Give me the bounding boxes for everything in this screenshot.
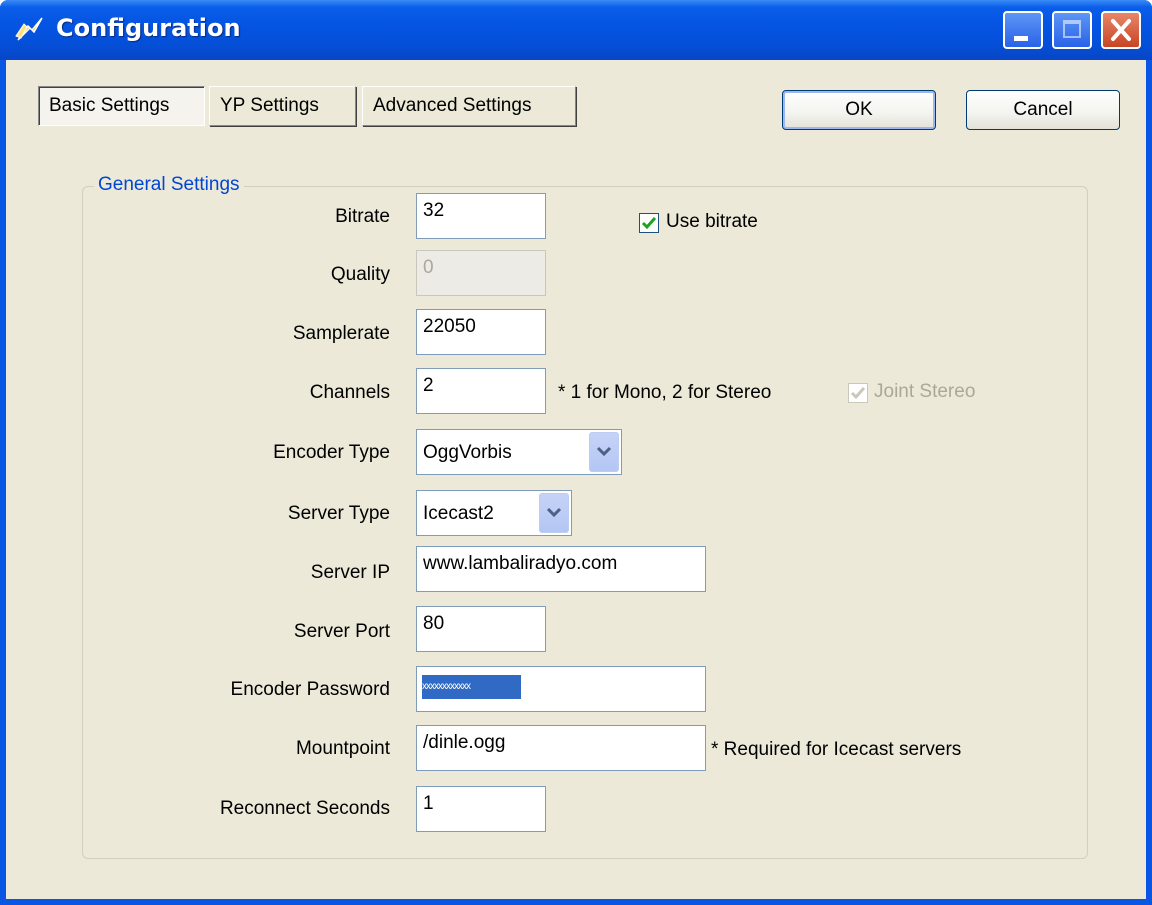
close-button[interactable] (1101, 11, 1141, 49)
use-bitrate-checkbox[interactable] (639, 213, 659, 233)
mountpoint-input[interactable]: /dinle.ogg (416, 725, 706, 771)
samplerate-label: Samplerate (292, 323, 390, 344)
server-ip-label: Server IP (310, 562, 390, 583)
channels-input[interactable]: 2 (416, 368, 546, 414)
use-bitrate-label: Use bitrate (666, 211, 758, 232)
reconnect-seconds-label: Reconnect Seconds (219, 798, 390, 819)
app-icon (15, 17, 43, 41)
server-type-label: Server Type (287, 503, 390, 524)
channels-label: Channels (309, 382, 390, 403)
cancel-button[interactable]: Cancel (966, 90, 1120, 130)
configuration-window: Configuration Basic Settings YP Settings… (0, 0, 1152, 905)
tab-advanced-settings[interactable]: Advanced Settings (362, 86, 576, 126)
channels-hint: * 1 for Mono, 2 for Stereo (558, 382, 772, 403)
server-port-input[interactable]: 80 (416, 606, 546, 652)
minimize-button[interactable] (1003, 11, 1043, 49)
bitrate-input[interactable]: 32 (416, 193, 546, 239)
window-title: Configuration (56, 14, 241, 42)
encoder-type-label: Encoder Type (273, 442, 390, 463)
server-type-select[interactable]: Icecast2 (416, 490, 572, 536)
dialog-body: Basic Settings YP Settings Advanced Sett… (6, 60, 1146, 899)
chevron-down-icon (596, 446, 612, 457)
ok-button[interactable]: OK (782, 90, 936, 130)
joint-stereo-checkbox[interactable] (848, 383, 868, 403)
tab-label: Basic Settings (49, 95, 170, 116)
tab-basic-settings[interactable]: Basic Settings (38, 86, 205, 126)
server-ip-input[interactable]: www.lambaliradyo.com (416, 546, 706, 592)
checkmark-icon (850, 387, 866, 400)
maximize-button[interactable] (1052, 11, 1092, 49)
tab-label: YP Settings (220, 95, 319, 116)
minimize-icon (1014, 36, 1028, 41)
dropdown-button[interactable] (539, 493, 569, 533)
password-selection: xxxxxxxxxxxx (422, 675, 521, 699)
joint-stereo-label: Joint Stereo (874, 381, 976, 402)
server-type-value: Icecast2 (423, 503, 494, 524)
quality-label: Quality (330, 264, 390, 285)
samplerate-input[interactable]: 22050 (416, 309, 546, 355)
checkmark-icon (641, 217, 657, 230)
dropdown-button[interactable] (589, 432, 619, 472)
encoder-type-select[interactable]: OggVorbis (416, 429, 622, 475)
close-icon (1111, 19, 1131, 41)
tab-yp-settings[interactable]: YP Settings (209, 86, 356, 126)
chevron-down-icon (546, 507, 562, 518)
maximize-icon (1063, 20, 1081, 38)
encoder-password-input[interactable]: xxxxxxxxxxxx (416, 666, 706, 712)
quality-input[interactable]: 0 (416, 250, 546, 296)
encoder-type-value: OggVorbis (423, 442, 512, 463)
bitrate-label: Bitrate (335, 206, 390, 227)
title-bar[interactable]: Configuration (0, 0, 1152, 60)
mountpoint-label: Mountpoint (295, 738, 390, 759)
encoder-password-label: Encoder Password (230, 679, 390, 700)
group-title: General Settings (94, 174, 244, 196)
server-port-label: Server Port (293, 621, 390, 642)
reconnect-seconds-input[interactable]: 1 (416, 786, 546, 832)
mountpoint-hint: * Required for Icecast servers (711, 739, 962, 760)
tab-label: Advanced Settings (373, 95, 532, 116)
